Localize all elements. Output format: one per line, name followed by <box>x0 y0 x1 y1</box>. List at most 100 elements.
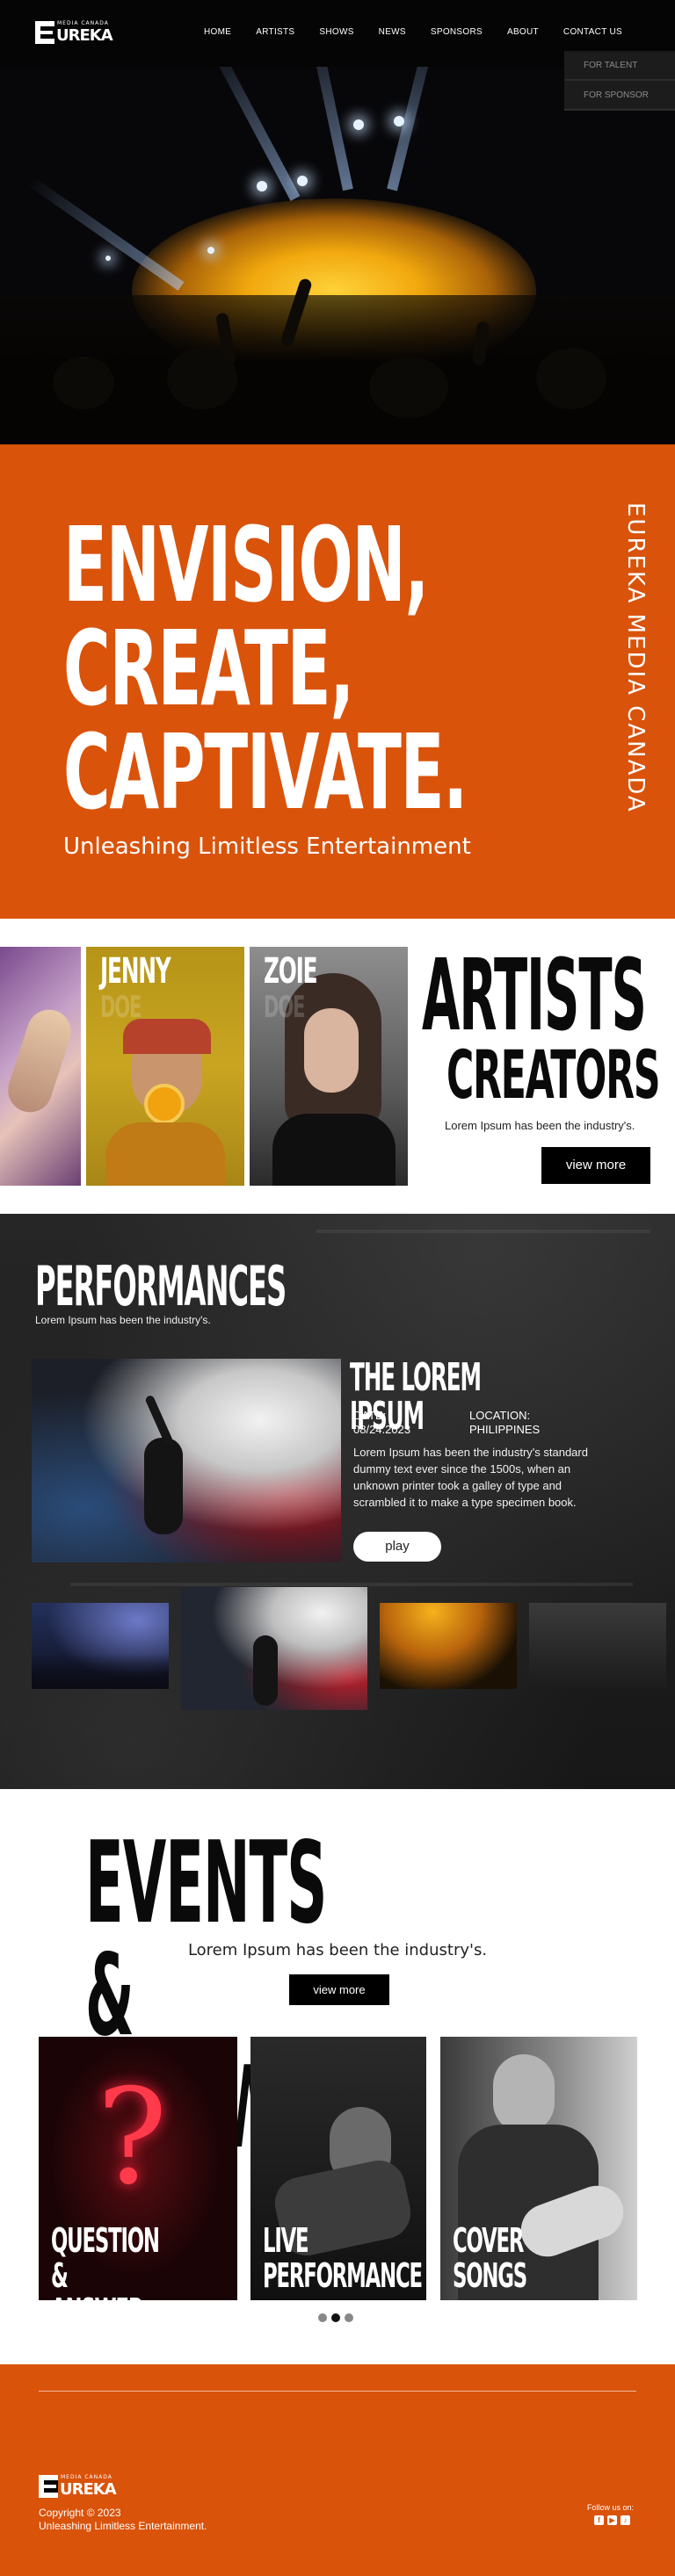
location-value: PHILIPPINES <box>469 1423 541 1436</box>
light-beam <box>26 176 185 291</box>
artists-section: JENNY DOE ZOIE DOE ARTISTS CREATORS Lore… <box>0 919 675 1214</box>
thumb-crowd <box>32 1654 169 1689</box>
nav-item-shows[interactable]: SHOWS <box>319 27 353 37</box>
smoke-lights <box>32 1359 341 1562</box>
tiktok-icon[interactable]: ♪ <box>621 2515 630 2525</box>
logo-word: UREKA <box>56 26 113 45</box>
youtube-icon[interactable]: ▶ <box>607 2515 617 2525</box>
performance-thumbnail-3[interactable] <box>380 1603 517 1689</box>
copyright-text: Copyright © 2023 Unleashing Limitless En… <box>39 2507 207 2533</box>
events-section: EVENTS & SHOWS Lorem Ipsum has been the … <box>0 1789 675 2364</box>
nav-item-news[interactable]: NEWS <box>379 27 406 37</box>
artist-photo <box>2 1004 77 1118</box>
nav-item-about[interactable]: ABOUT <box>507 27 539 37</box>
crowd-head <box>167 348 237 409</box>
artist-photo <box>304 1008 359 1093</box>
crowd-head <box>369 357 448 418</box>
artists-heading: ARTISTS <box>422 939 647 1053</box>
performer-photo <box>493 2054 555 2133</box>
nav-item-home[interactable]: HOME <box>204 27 231 37</box>
artist-name-zoie: ZOIE <box>264 951 318 992</box>
facebook-icon[interactable]: f <box>594 2515 604 2525</box>
performance-thumbnail-2[interactable] <box>181 1587 367 1710</box>
main-menu: HOME ARTISTS SHOWS NEWS SPONSORS ABOUT C… <box>204 27 622 37</box>
dropdown-item-sponsor[interactable]: FOR SPONSOR <box>564 81 675 111</box>
carousel-dot[interactable] <box>345 2313 353 2322</box>
artist-name-jenny: JENNY <box>100 951 171 992</box>
copyright-line: Copyright © 2023 <box>39 2507 121 2519</box>
events-subtitle: Lorem Ipsum has been the industry's. <box>187 1941 488 1959</box>
logo-word: UREKA <box>60 2480 117 2499</box>
play-button[interactable]: play <box>353 1532 441 1562</box>
nav-item-sponsors[interactable]: SPONSORS <box>431 27 483 37</box>
vertical-brand-text: EUREKA MEDIA CANADA <box>622 502 649 813</box>
artists-lead-text: Lorem Ipsum has been the industry's. <box>445 1119 635 1132</box>
creators-heading: CREATORS <box>446 1035 661 1114</box>
stage-truss <box>316 1230 650 1233</box>
artist-card-zoie[interactable]: ZOIE DOE <box>250 947 408 1186</box>
feature-description: Lorem Ipsum has been the industry's stan… <box>353 1446 588 1509</box>
event-label-line1: QUESTION <box>51 2221 160 2260</box>
event-label-line1: COVER <box>453 2221 524 2260</box>
footer-logo[interactable]: MEDIA CANADA UREKA <box>39 2473 123 2503</box>
artist-photo <box>105 1122 225 1186</box>
performances-lead: Lorem Ipsum has been the industry's. <box>35 1314 211 1326</box>
performances-title: PERFORMANCES <box>35 1254 287 1318</box>
event-label-line2: PERFORMANCE <box>263 2256 423 2295</box>
performance-thumbnail-1[interactable] <box>32 1603 169 1689</box>
tagline-line-3: CAPTIVATE. <box>63 711 468 833</box>
stage-light <box>257 181 267 191</box>
neon-question-icon: ? <box>97 2061 168 2214</box>
dropdown-item-talent[interactable]: FOR TALENT <box>564 51 675 81</box>
tagline-banner: ENVISION, CREATE, CAPTIVATE. Unleashing … <box>0 444 675 919</box>
event-label-line2: SONGS <box>453 2256 527 2295</box>
carousel-dot[interactable] <box>318 2313 327 2322</box>
events-view-more-button[interactable]: view more <box>289 1974 389 2005</box>
artist-card-jenny[interactable]: JENNY DOE <box>86 947 244 1186</box>
event-card-cover[interactable]: COVER SONGS <box>440 2037 637 2300</box>
carousel-dots <box>318 2313 353 2322</box>
crowd-head <box>53 357 114 409</box>
event-card-qa[interactable]: ? QUESTION & ANSWER <box>39 2037 237 2300</box>
artist-photo <box>272 1114 396 1186</box>
eureka-logo[interactable]: MEDIA CANADA UREKA <box>35 19 120 47</box>
stage-light <box>353 119 364 130</box>
stage-truss <box>70 1583 633 1586</box>
logo-small-text: MEDIA CANADA <box>61 2474 112 2480</box>
tagline-line-2: CREATE, <box>63 608 354 729</box>
social-links: f ▶ ♪ <box>594 2515 630 2525</box>
orange-slice <box>144 1084 185 1124</box>
banner-subtitle: Unleashing Limitless Entertainment <box>63 833 471 860</box>
stage-light <box>394 116 404 126</box>
contact-dropdown: FOR TALENT FOR SPONSOR <box>564 51 675 111</box>
footer-tagline: Unleashing Limitless Entertainment. <box>39 2520 207 2532</box>
stage-light <box>207 247 214 254</box>
performances-section: PERFORMANCES Lorem Ipsum has been the in… <box>0 1214 675 1789</box>
carousel-dot-active[interactable] <box>331 2313 340 2322</box>
location-label: LOCATION: <box>469 1409 531 1422</box>
nav-item-contact[interactable]: CONTACT US <box>563 27 622 37</box>
footer: MEDIA CANADA UREKA Copyright © 2023 Unle… <box>0 2364 675 2576</box>
light-beam <box>204 67 301 201</box>
date-label: DATE: <box>353 1409 387 1422</box>
artists-view-more-button[interactable]: view more <box>541 1147 650 1184</box>
nav-item-artists[interactable]: ARTISTS <box>256 27 294 37</box>
stage-light <box>297 176 308 186</box>
stage-light <box>105 256 111 261</box>
artist-card-partial[interactable] <box>0 947 81 1186</box>
logo-e-mark <box>35 21 54 44</box>
performer-silhouette <box>144 1438 183 1534</box>
featured-performance-image[interactable] <box>32 1359 341 1562</box>
performer-silhouette <box>253 1635 278 1706</box>
performance-thumbnail-4[interactable] <box>529 1603 666 1689</box>
artist-surname-zoie: DOE <box>264 990 305 1025</box>
event-label-line2: & ANSWER <box>51 2256 143 2300</box>
event-card-live[interactable]: LIVE PERFORMANCE <box>250 2037 426 2300</box>
light-beam <box>387 67 442 191</box>
artist-surname-jenny: DOE <box>100 990 142 1025</box>
date-value: 08/24.2023 <box>353 1423 411 1436</box>
event-label-line1: LIVE <box>263 2221 309 2260</box>
tagline-line-1: ENVISION, <box>63 504 429 625</box>
logo-e-mark <box>39 2475 58 2498</box>
footer-divider <box>39 2391 636 2392</box>
